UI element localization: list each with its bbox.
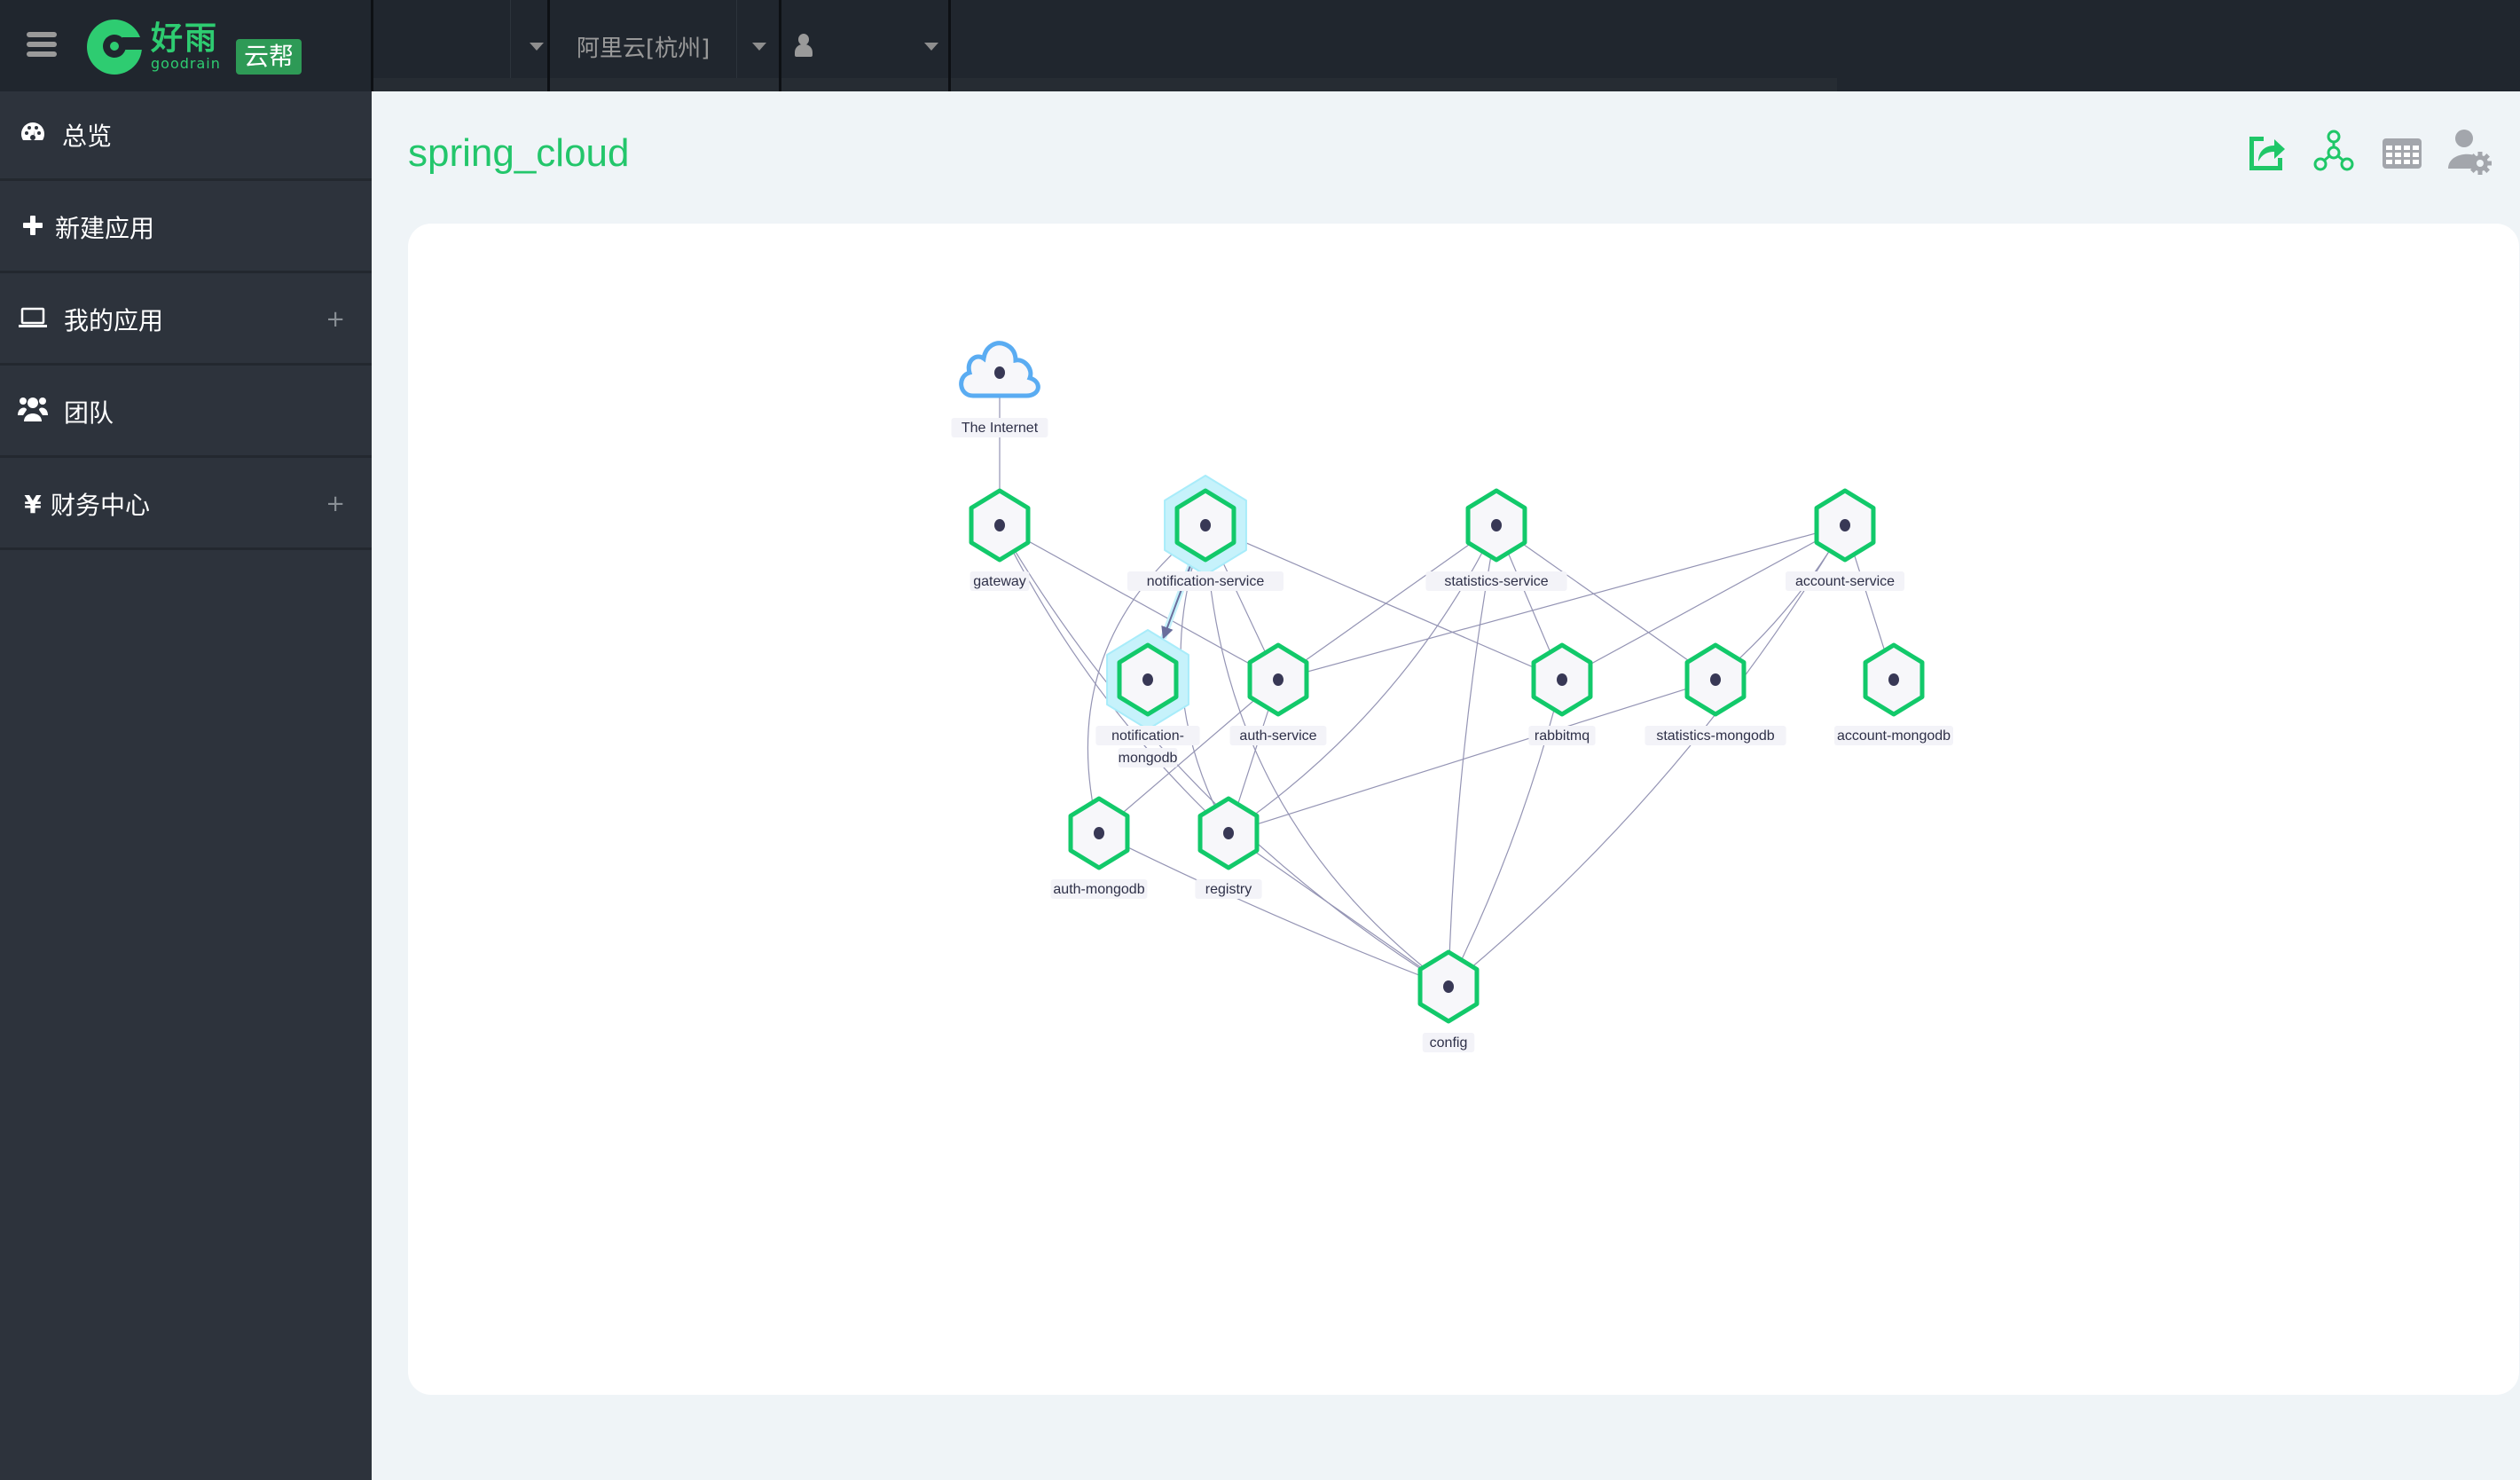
node-label: rabbitmq xyxy=(1535,728,1590,744)
user-dropdown[interactable] xyxy=(781,0,948,91)
node-account-service[interactable]: account-service xyxy=(1786,488,1904,591)
laptop-icon xyxy=(18,305,48,335)
node-center-dot xyxy=(1557,673,1567,686)
node-notification-service[interactable]: notification-service xyxy=(1127,475,1284,591)
edge-notification-service-to-config xyxy=(1205,524,1449,988)
node-rabbitmq[interactable]: rabbitmq xyxy=(1528,642,1596,745)
node-center-dot xyxy=(1094,827,1104,839)
node-center-dot xyxy=(1491,519,1502,531)
topology-icon xyxy=(2313,130,2354,171)
node-label: notification-service xyxy=(1147,574,1265,589)
top-header: 好雨 goodrain 云帮 阿里云[杭州] xyxy=(0,0,2520,91)
node-center-dot xyxy=(1142,673,1153,686)
sidebar-item-label: 团队 xyxy=(64,398,114,428)
node-label: auth-service xyxy=(1239,728,1316,744)
node-center-dot xyxy=(994,366,1005,379)
plus-icon xyxy=(18,213,48,242)
node-center-dot xyxy=(1223,827,1234,839)
users-icon xyxy=(18,396,48,429)
node-label: account-mongodb xyxy=(1837,728,1951,744)
expand-plus-icon[interactable]: + xyxy=(326,306,345,333)
edge-statistics-service-to-auth-service xyxy=(1277,524,1497,681)
member-settings-button[interactable] xyxy=(2446,124,2493,177)
chevron-down-icon[interactable] xyxy=(752,43,766,51)
node-config[interactable]: config xyxy=(1417,949,1480,1052)
sidebar-item-label: 我的应用 xyxy=(64,306,164,335)
sidebar: 总览 新建应用 我的应用 + 团队 ¥ 财务中心 + xyxy=(0,91,372,1480)
node-internet[interactable]: The Internet xyxy=(951,341,1048,437)
share-export-icon xyxy=(2249,137,2285,170)
node-center-dot xyxy=(1443,980,1454,993)
dropdown-divider xyxy=(736,0,737,78)
edge-statistics-mongodb-to-registry xyxy=(1228,679,1716,834)
sidebar-item-overview[interactable]: 总览 xyxy=(0,91,372,181)
node-registry[interactable]: registry xyxy=(1195,796,1262,899)
node-center-dot xyxy=(1710,673,1721,686)
header-divider xyxy=(948,0,951,91)
expand-plus-icon[interactable]: + xyxy=(326,491,345,517)
node-label: auth-mongodb xyxy=(1053,882,1144,897)
share-export-button[interactable] xyxy=(2244,124,2290,177)
edge-gateway-to-config xyxy=(999,524,1449,988)
topology-canvas[interactable]: The Internet gateway notification-service s… xyxy=(408,224,2519,1395)
user-icon xyxy=(795,34,813,57)
node-label: config xyxy=(1430,1035,1468,1051)
goodrain-logo[interactable]: 好雨 goodrain 云帮 xyxy=(87,16,309,78)
menu-toggle-icon[interactable] xyxy=(27,32,57,59)
node-auth-service[interactable]: auth-service xyxy=(1229,642,1327,745)
region-dropdown[interactable]: 阿里云[杭州] xyxy=(550,0,779,91)
edge-account-service-to-config xyxy=(1448,524,1846,988)
node-notification-mongodb[interactable]: notification-mongodb xyxy=(1095,629,1200,768)
node-label: statistics-service xyxy=(1444,574,1548,589)
table-view-button[interactable] xyxy=(2379,124,2425,177)
region-dropdown-value: 阿里云[杭州] xyxy=(577,35,710,62)
logo-name-en: goodrain xyxy=(151,55,221,72)
node-label: account-service xyxy=(1795,574,1895,589)
node-label: gateway xyxy=(973,574,1026,589)
node-label: The Internet xyxy=(962,421,1039,436)
node-center-dot xyxy=(1273,673,1284,686)
node-label: registry xyxy=(1205,882,1252,897)
node-label: mongodb xyxy=(1119,751,1178,766)
node-center-dot xyxy=(1840,519,1850,531)
logo-mark-notch xyxy=(122,37,145,50)
edge-auth-mongodb-to-config xyxy=(1098,832,1449,988)
node-auth-mongodb[interactable]: auth-mongodb xyxy=(1050,796,1148,899)
dashboard-icon xyxy=(18,121,48,150)
table-grid-icon xyxy=(2383,138,2422,169)
sidebar-item-my-apps[interactable]: 我的应用 + xyxy=(0,276,372,366)
sidebar-item-team[interactable]: 团队 xyxy=(0,368,372,458)
page-title: spring_cloud xyxy=(408,131,630,175)
topology-button[interactable] xyxy=(2312,124,2358,177)
edge-rabbitmq-to-config xyxy=(1448,679,1563,988)
node-center-dot xyxy=(994,519,1005,531)
dropdown-divider xyxy=(510,0,511,78)
yen-icon: ¥ xyxy=(24,489,42,519)
node-center-dot xyxy=(1200,519,1211,531)
chevron-down-icon[interactable] xyxy=(530,43,544,51)
node-center-dot xyxy=(1888,673,1899,686)
node-label: notification- xyxy=(1111,728,1184,744)
team-dropdown[interactable] xyxy=(373,0,547,91)
node-label: statistics-mongodb xyxy=(1656,728,1774,744)
node-gateway[interactable]: gateway xyxy=(969,488,1031,591)
logo-badge: 云帮 xyxy=(236,39,302,75)
sidebar-item-finance[interactable]: ¥ 财务中心 + xyxy=(0,461,372,550)
sidebar-item-label: 总览 xyxy=(62,122,113,151)
sidebar-item-label: 新建应用 xyxy=(55,214,155,243)
node-account-mongodb[interactable]: account-mongodb xyxy=(1834,642,1953,745)
sidebar-item-label: 财务中心 xyxy=(51,491,151,520)
chevron-down-icon[interactable] xyxy=(924,43,938,51)
user-settings-icon xyxy=(2448,130,2492,175)
topology-graph[interactable]: The Internet gateway notification-service s… xyxy=(408,224,2519,1395)
logo-name-cn: 好雨 xyxy=(151,20,219,57)
sidebar-item-new-app[interactable]: 新建应用 xyxy=(0,184,372,273)
node-statistics-service[interactable]: statistics-service xyxy=(1425,488,1567,591)
